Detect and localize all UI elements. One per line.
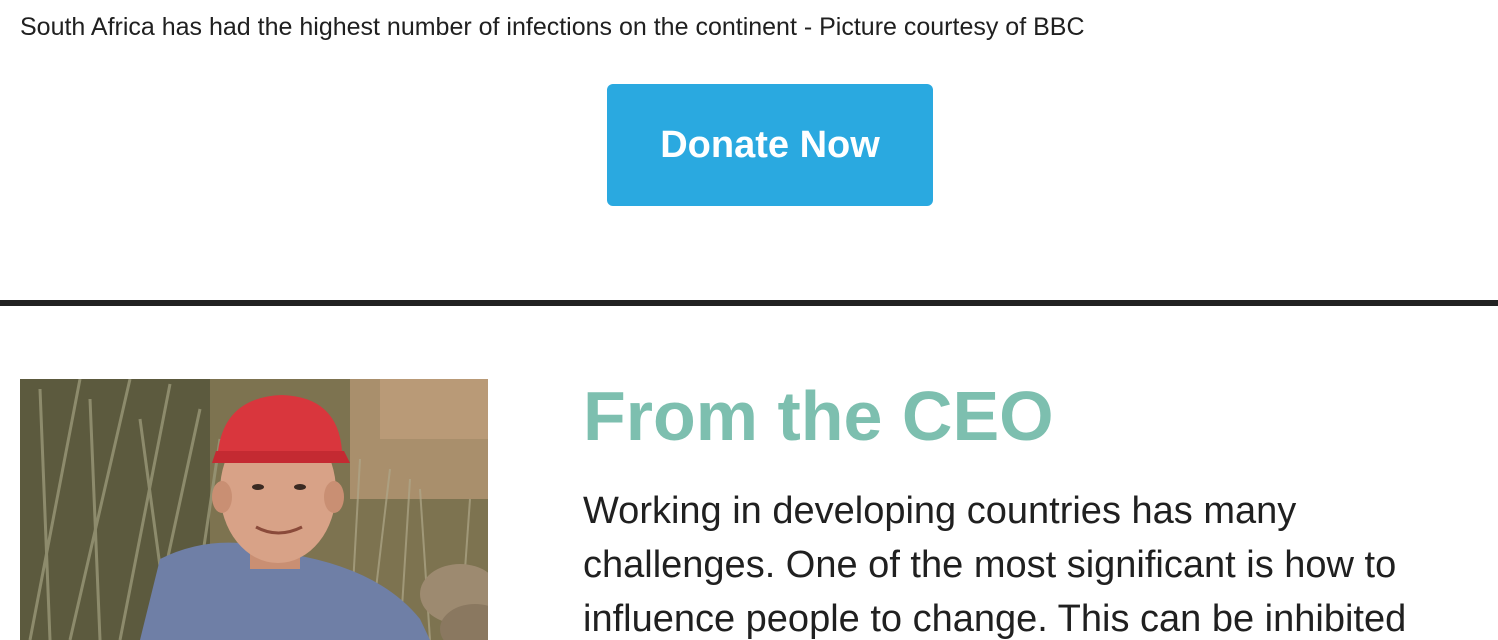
photo-caption: South Africa has had the highest number … <box>20 13 1085 41</box>
ceo-body-text: Working in developing countries has many… <box>583 484 1498 640</box>
newsletter-page: South Africa has had the highest number … <box>0 0 1498 640</box>
section-divider <box>0 300 1498 306</box>
ceo-photo <box>20 379 488 640</box>
donate-now-button[interactable]: Donate Now <box>607 84 933 206</box>
ceo-section-heading: From the CEO <box>583 377 1054 455</box>
ceo-body-line: challenges. One of the most significant … <box>583 544 1397 586</box>
ceo-body-line: Working in developing countries has many <box>583 490 1297 532</box>
ceo-body-line: influence people to change. This can be … <box>583 598 1407 640</box>
